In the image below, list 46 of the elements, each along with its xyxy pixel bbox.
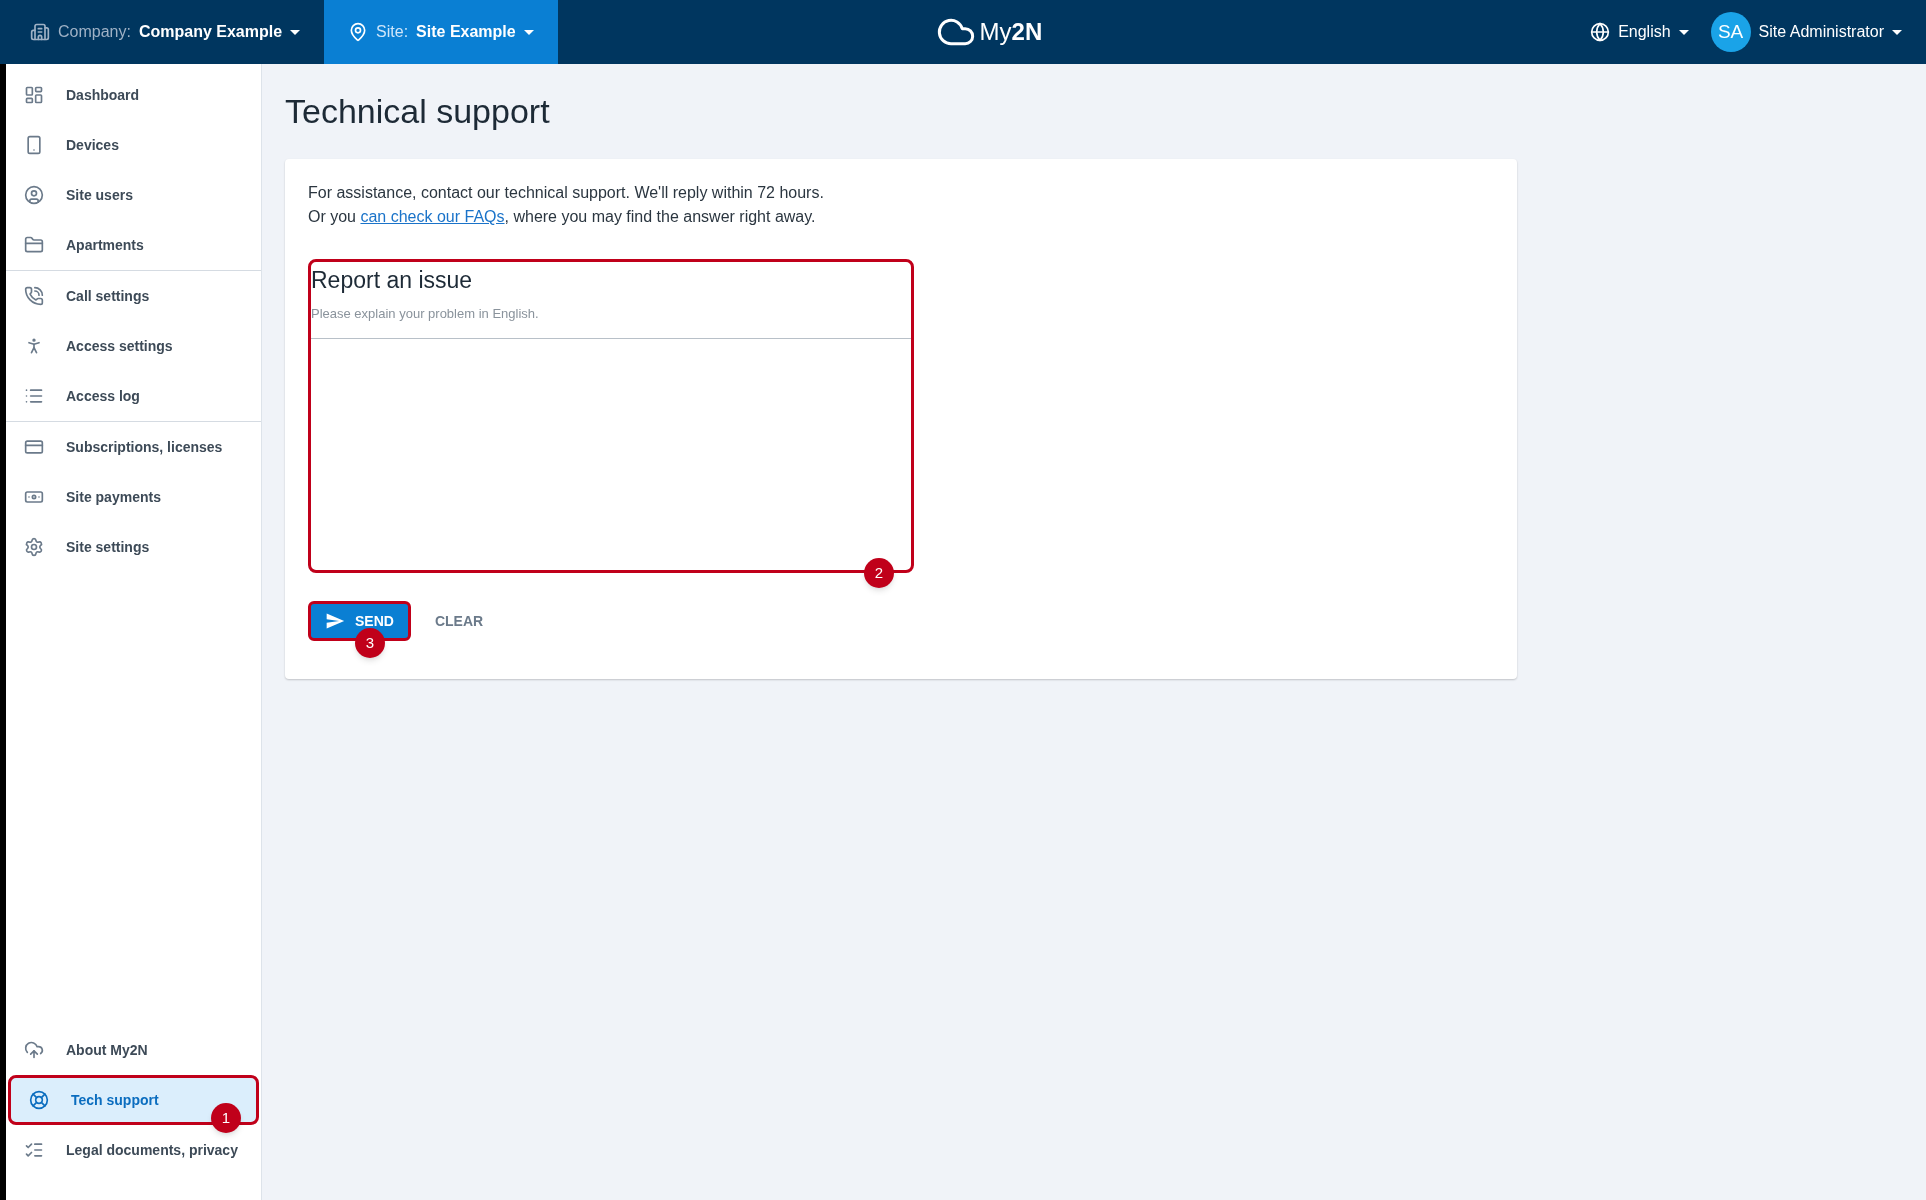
- page-title: Technical support: [285, 91, 551, 132]
- nav-icon: [24, 437, 44, 457]
- nav-icon: [24, 135, 44, 155]
- caret-icon: [523, 29, 534, 35]
- sidebar-item[interactable]: Legal documents, privacy: [6, 1135, 261, 1165]
- intro-text: Or you can check our FAQs, where you may find the answer right away.: [308, 207, 817, 227]
- caret-icon: [1892, 29, 1902, 35]
- user-menu[interactable]: SA Site Administrator: [1710, 12, 1902, 52]
- caret-icon: [1678, 29, 1689, 35]
- company-selector[interactable]: Company: Company Example: [6, 0, 325, 64]
- avatar: SA: [1710, 12, 1751, 52]
- sidebar-item[interactable]: Access log: [6, 371, 261, 421]
- field-hint: Please explain your problem in English.: [311, 305, 540, 323]
- logo: My2N: [979, 17, 1043, 47]
- faq-link[interactable]: can check our FAQs: [360, 208, 505, 225]
- site-selector[interactable]: Site: Site Example: [324, 0, 558, 64]
- sidebar-item[interactable]: Site users: [6, 170, 261, 220]
- building-icon: [30, 22, 50, 42]
- field-title: Report an issue: [311, 266, 474, 294]
- callout-number: 2: [864, 558, 894, 588]
- sidebar-item[interactable]: Site settings: [6, 522, 261, 572]
- sidebar-item[interactable]: About My2N: [6, 1035, 261, 1065]
- nav-icon: [24, 537, 44, 557]
- intro-text: For assistance, contact our technical support. We'll reply within 72 hours.: [308, 183, 825, 203]
- nav-icon: [24, 185, 44, 205]
- nav-icon: [24, 235, 44, 255]
- globe-icon: [1590, 22, 1611, 42]
- sidebar-item[interactable]: Subscriptions, licenses: [6, 422, 261, 472]
- callout-number: 3: [355, 628, 385, 658]
- sidebar-item[interactable]: Call settings: [6, 271, 261, 321]
- nav-icon: [29, 1090, 49, 1110]
- language-selector[interactable]: English: [1590, 20, 1689, 44]
- send-icon: [325, 611, 345, 631]
- clear-button[interactable]: CLEAR: [434, 610, 484, 632]
- nav-icon: [24, 286, 44, 306]
- caret-icon: [290, 29, 301, 35]
- callout-number: 1: [211, 1103, 241, 1133]
- nav-icon: [24, 386, 44, 406]
- sidebar-item[interactable]: Devices: [6, 120, 261, 170]
- sidebar-item[interactable]: Apartments: [6, 220, 261, 270]
- sidebar-item[interactable]: Site payments: [6, 472, 261, 522]
- sidebar-item[interactable]: Dashboard: [6, 70, 261, 120]
- nav-icon: [24, 1140, 44, 1160]
- nav-icon: [24, 85, 44, 105]
- sidebar-item[interactable]: Access settings: [6, 321, 261, 371]
- nav-icon: [24, 1040, 44, 1060]
